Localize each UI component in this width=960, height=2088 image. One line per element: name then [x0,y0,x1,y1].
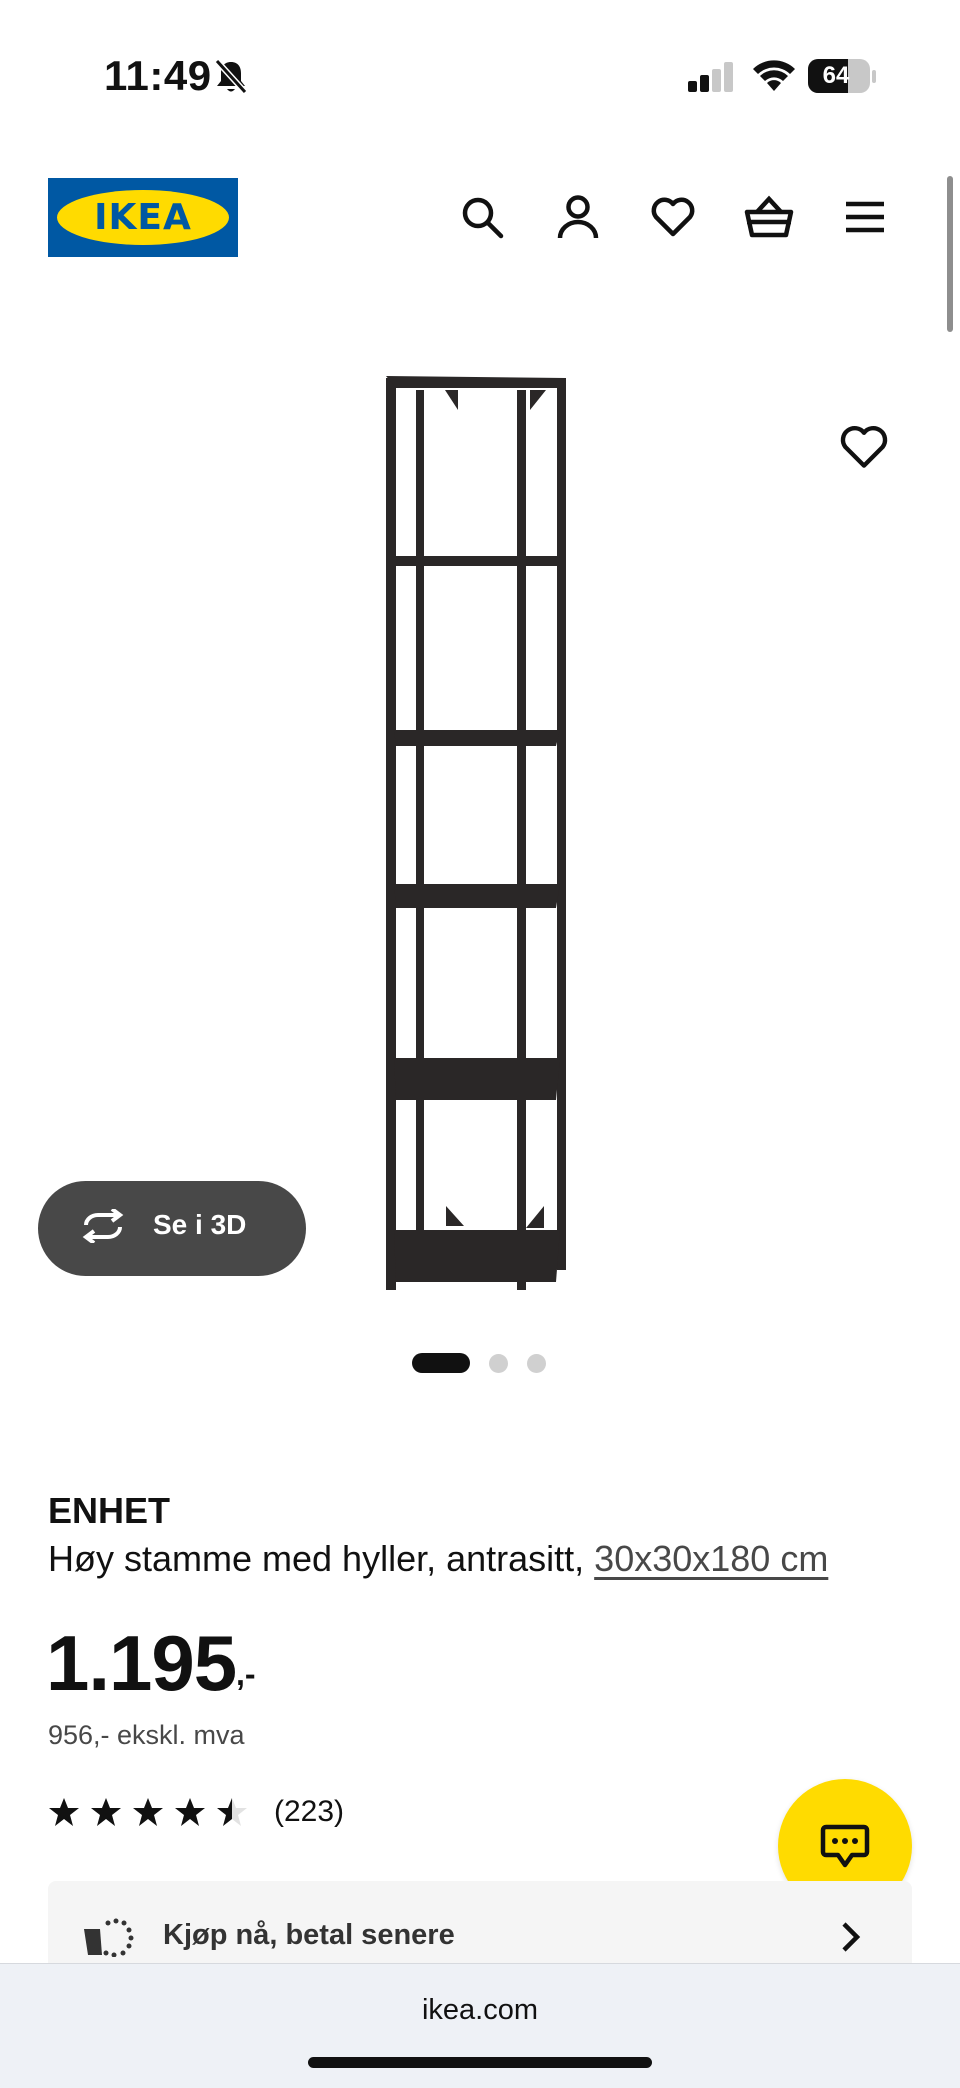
basket-icon[interactable] [744,192,794,242]
url-text[interactable]: ikea.com [0,1994,960,2027]
menu-icon[interactable] [840,192,890,242]
wifi-icon [752,58,796,97]
chevron-right-icon [840,1921,862,1958]
wishlist-icon[interactable] [648,192,698,242]
ikea-logo[interactable]: IKEA [48,178,238,257]
star-icon [175,1798,205,1826]
payment-basket-icon [82,1917,134,1962]
product-image[interactable] [370,368,580,1298]
chat-icon [820,1824,870,1868]
product-wishlist-icon[interactable] [838,424,890,476]
battery-icon: 64 [808,59,876,95]
home-indicator[interactable] [308,2057,652,2068]
star-icon [217,1798,247,1826]
rating-stars[interactable] [48,1797,248,1827]
account-icon[interactable] [553,192,603,242]
view-in-3d-label: Se i 3D [153,1209,247,1240]
product-dimensions-link[interactable]: 30x30x180 cm [594,1538,828,1579]
product-name: ENHET [48,1490,171,1531]
product-price: 1.195 [46,1619,237,1707]
star-icon [133,1798,163,1826]
page-scrollbar[interactable] [947,176,953,332]
rotate-3d-icon [78,1207,128,1248]
search-icon[interactable] [457,192,507,242]
price-ex-vat: 956,- ekskl. mva [48,1720,245,1750]
carousel-dot-3[interactable] [527,1354,546,1373]
star-icon [49,1798,79,1826]
view-in-3d-button[interactable]: Se i 3D [38,1181,306,1276]
browser-address-bar[interactable]: ikea.com [0,1963,960,2088]
bell-slash-icon [214,58,248,101]
product-description-text: Høy stamme med hyller, antrasitt, [48,1538,585,1579]
star-icon [91,1798,121,1826]
logo-text: IKEA [94,197,192,238]
status-time: 11:49 [104,52,212,99]
product-description: Høy stamme med hyller, antrasitt, 30x30x… [48,1538,828,1580]
rating-count[interactable]: (223) [274,1795,344,1829]
product-price-suffix: ,- [236,1656,256,1692]
carousel-dot-2[interactable] [489,1354,508,1373]
battery-level: 64 [822,62,850,89]
cellular-signal-icon [688,62,736,97]
carousel-dot-1[interactable] [412,1353,470,1373]
buy-now-pay-later-label: Kjøp nå, betal senere [163,1919,455,1951]
